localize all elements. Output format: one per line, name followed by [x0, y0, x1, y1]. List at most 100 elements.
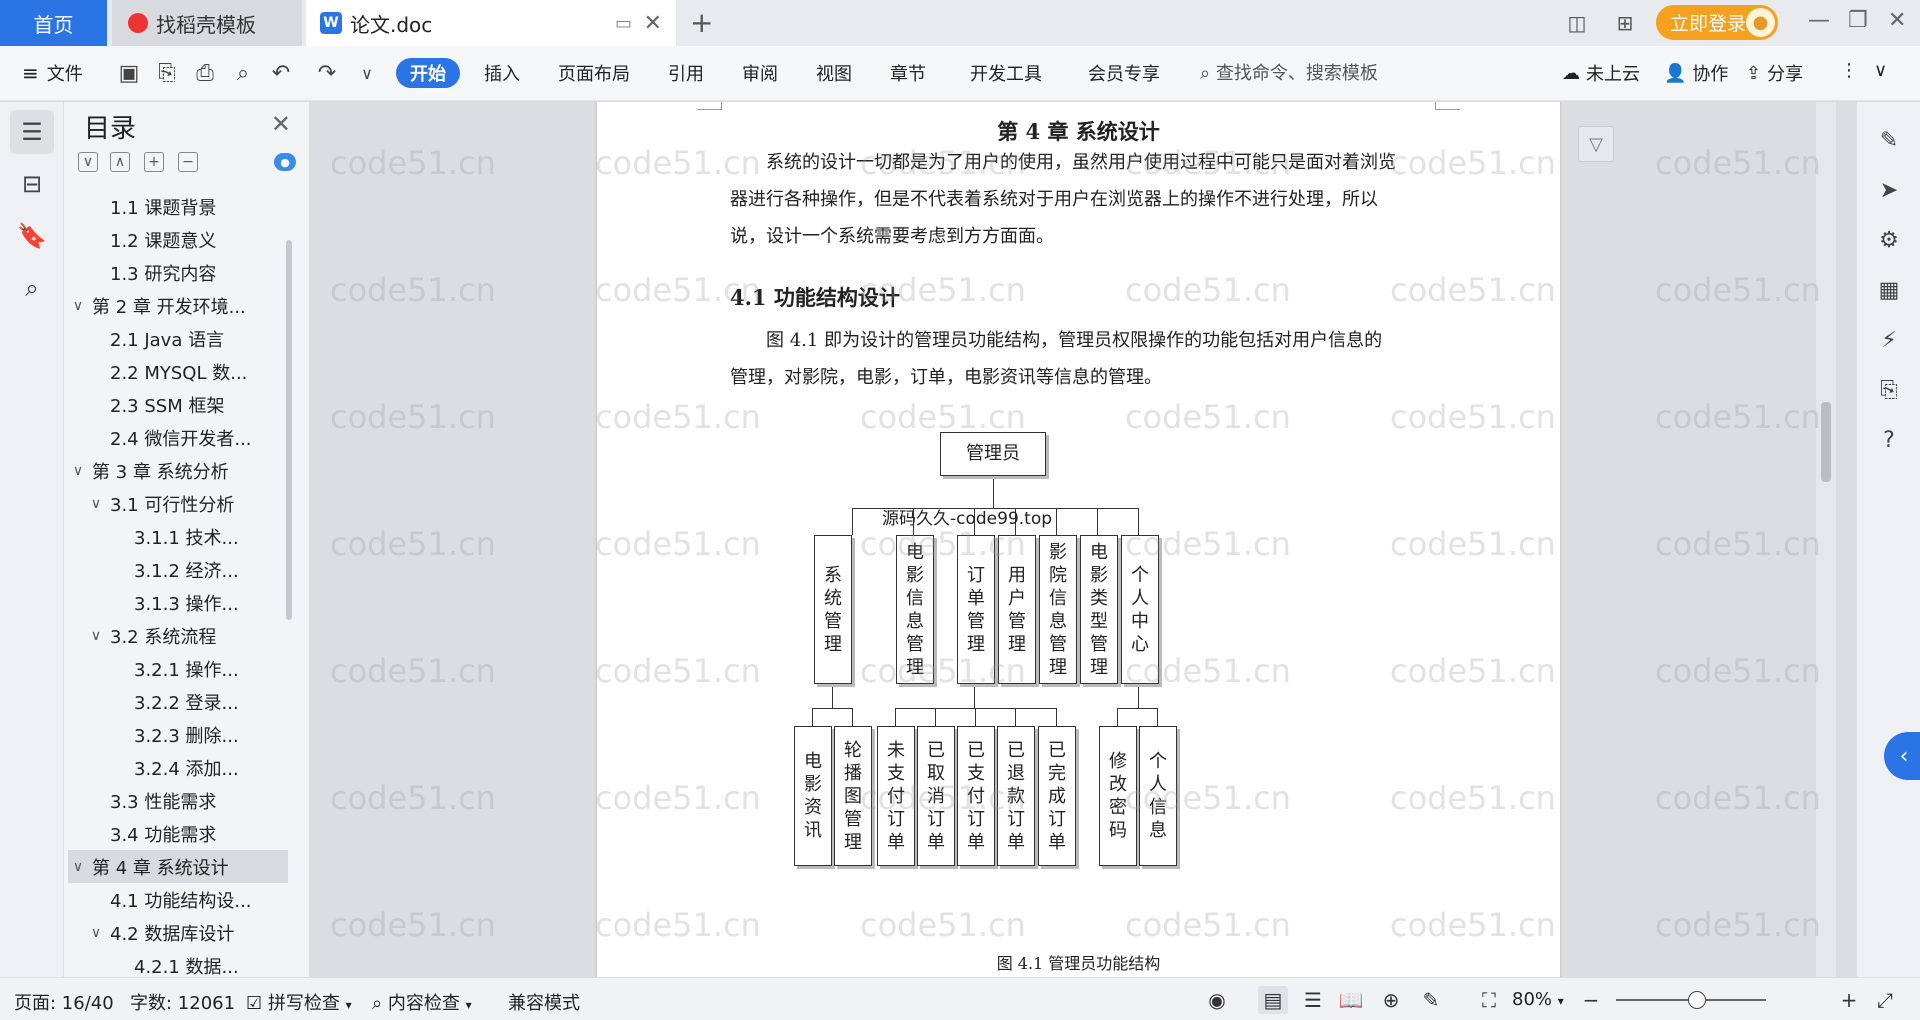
more-icon[interactable]: ⋮ — [1840, 60, 1858, 81]
add-heading-icon[interactable]: + — [144, 152, 164, 172]
page-count[interactable]: 页面: 16/40 — [14, 989, 114, 1015]
outline-view-icon[interactable]: ☰ — [1298, 986, 1328, 1014]
zoom-in-icon[interactable]: + — [1834, 986, 1864, 1014]
chevron-down-icon[interactable]: ∨ — [70, 298, 86, 314]
toc-item[interactable]: 1.3 研究内容 — [68, 256, 288, 289]
file-menu[interactable]: ≡ 文件 — [22, 60, 83, 86]
navigation-icon[interactable]: ⊟ — [10, 162, 54, 206]
toc-item[interactable]: 3.1.3 操作... — [68, 586, 288, 619]
chevron-down-icon[interactable]: ∨ — [70, 463, 86, 479]
toc-item[interactable]: 3.1.2 经济... — [68, 553, 288, 586]
chevron-down-icon[interactable]: ∨ — [88, 628, 104, 644]
close-toc-icon[interactable]: ✕ — [271, 110, 291, 138]
toc-item[interactable]: ∨ 3.2 系统流程 — [68, 619, 288, 652]
content-check-button[interactable]: ⌕ 内容检查 ▾ — [372, 989, 472, 1015]
spell-check-button[interactable]: ☑ 拼写检查 ▾ — [246, 989, 352, 1015]
scrollbar-thumb[interactable] — [1821, 402, 1831, 482]
word-count[interactable]: 字数: 12061 — [130, 989, 235, 1015]
toc-item[interactable]: 3.2.2 登录... — [68, 685, 288, 718]
zoom-slider-handle[interactable] — [1688, 991, 1706, 1009]
edit-pen-icon[interactable]: ✎ — [1871, 122, 1907, 158]
command-search[interactable]: ⌕ 查找命令、搜索模板 — [1200, 59, 1378, 85]
toc-item[interactable]: ∨ 第 2 章 开发环境... — [68, 289, 288, 322]
tab-developer-tools[interactable]: 开发工具 — [970, 60, 1042, 86]
tab-reference[interactable]: 引用 — [668, 60, 704, 86]
chevron-left-icon[interactable]: ‹ — [1884, 732, 1920, 780]
toc-item[interactable]: 3.2.1 操作... — [68, 652, 288, 685]
close-tab-icon[interactable]: ✕ — [644, 11, 662, 36]
find-icon[interactable]: ⌕ — [10, 266, 54, 310]
toc-item[interactable]: 2.2 MYSQL 数... — [68, 355, 288, 388]
expand-all-icon[interactable]: ∨ — [78, 152, 98, 172]
tab-member[interactable]: 会员专享 — [1088, 60, 1160, 86]
pen-mode-icon[interactable]: ✎ — [1416, 986, 1446, 1014]
tab-chapter[interactable]: 章节 — [890, 60, 926, 86]
tab-document[interactable]: W 论文.doc ▭ ✕ — [306, 0, 676, 46]
redo-icon[interactable]: ↷ — [312, 58, 342, 88]
reading-layout-icon[interactable]: ◫ — [1560, 8, 1594, 38]
remove-heading-icon[interactable]: − — [178, 152, 198, 172]
tab-review[interactable]: 审阅 — [742, 60, 778, 86]
toc-item[interactable]: 1.1 课题背景 — [68, 190, 288, 223]
chevron-down-icon[interactable]: ∨ — [88, 496, 104, 512]
login-button[interactable]: 立即登录 ● — [1656, 5, 1778, 40]
style-icon[interactable]: ▦ — [1871, 272, 1907, 308]
toc-item[interactable]: 2.3 SSM 框架 — [68, 388, 288, 421]
vertical-scrollbar[interactable] — [1816, 102, 1836, 977]
toc-panel-icon[interactable]: ☰ — [10, 110, 54, 154]
toc-item[interactable]: 1.2 课题意义 — [68, 223, 288, 256]
cloud-status-button[interactable]: ☁ 未上云 — [1562, 60, 1640, 86]
monitor-icon[interactable]: ▭ — [615, 13, 632, 34]
print-preview-icon[interactable]: ⌕ — [228, 58, 258, 88]
adjust-sliders-icon[interactable]: ⚙ — [1871, 222, 1907, 258]
select-pointer-icon[interactable]: ➤ — [1871, 172, 1907, 208]
toc-scrollbar[interactable] — [286, 240, 292, 620]
tab-insert[interactable]: 插入 — [484, 60, 520, 86]
comment-panel-icon[interactable]: ▽ — [1578, 126, 1614, 162]
help-icon[interactable]: ? — [1871, 422, 1907, 458]
new-tab-icon[interactable]: + — [690, 6, 713, 39]
fullscreen-icon[interactable]: ⤢ — [1870, 986, 1900, 1014]
fit-page-icon[interactable]: ⛶ — [1474, 986, 1504, 1014]
collapse-all-icon[interactable]: ∧ — [110, 152, 130, 172]
toc-item[interactable]: 2.1 Java 语言 — [68, 322, 288, 355]
tab-daoke-templates[interactable]: 找稻壳模板 — [112, 0, 302, 46]
toc-item[interactable]: 3.2.4 添加... — [68, 751, 288, 784]
apps-grid-icon[interactable]: ⊞ — [1608, 8, 1642, 38]
ai-assistant-icon[interactable]: ⚡ — [1871, 322, 1907, 358]
reading-view-icon[interactable]: 📖 — [1336, 986, 1366, 1014]
toc-item[interactable]: ∨ 4.2 数据库设计 — [68, 916, 288, 949]
toc-item[interactable]: 2.4 微信开发者... — [68, 421, 288, 454]
undo-icon[interactable]: ↶ — [266, 58, 296, 88]
chevron-down-icon[interactable]: ∨ — [88, 925, 104, 941]
translate-icon[interactable]: ⎘ — [1871, 372, 1907, 408]
quick-access-dropdown-icon[interactable]: ∨ — [352, 58, 382, 88]
tab-start[interactable]: 开始 — [396, 58, 460, 88]
toc-item[interactable]: 3.1.1 技术... — [68, 520, 288, 553]
toc-item[interactable]: ∨ 第 4 章 系统设计 — [68, 850, 288, 883]
page-view-icon[interactable]: ▤ — [1258, 986, 1288, 1014]
bookmark-icon[interactable]: 🔖 — [10, 214, 54, 258]
toc-item[interactable]: ∨ 第 3 章 系统分析 — [68, 454, 288, 487]
save-icon[interactable]: ▣ — [114, 58, 144, 88]
chevron-down-icon[interactable]: ∨ — [70, 859, 86, 875]
export-pdf-icon[interactable]: ⎘ — [152, 58, 182, 88]
tab-view[interactable]: 视图 — [816, 60, 852, 86]
tab-home[interactable]: 首页 — [0, 0, 107, 46]
toc-item[interactable]: 3.4 功能需求 — [68, 817, 288, 850]
close-window-icon[interactable]: ✕ — [1888, 8, 1906, 33]
ai-toc-icon[interactable]: ● — [274, 153, 296, 171]
toc-item[interactable]: 4.1 功能结构设... — [68, 883, 288, 916]
restore-icon[interactable]: ❐ — [1848, 8, 1868, 33]
toc-item[interactable]: 3.2.3 删除... — [68, 718, 288, 751]
collapse-ribbon-icon[interactable]: ∨ — [1874, 60, 1887, 81]
zoom-out-icon[interactable]: − — [1576, 986, 1606, 1014]
document-page[interactable]: 第 4 章 系统设计 系统的设计一切都是为了用户的使用，虽然用户使用过程中可能只… — [597, 102, 1560, 977]
toc-item[interactable]: 3.3 性能需求 — [68, 784, 288, 817]
print-icon[interactable]: ⎙ — [190, 58, 220, 88]
share-button[interactable]: ⇪ 分享 — [1746, 60, 1803, 86]
toc-item[interactable]: 4.2.1 数据... — [68, 949, 288, 978]
toc-item[interactable]: ∨ 3.1 可行性分析 — [68, 487, 288, 520]
zoom-level[interactable]: 80% ▾ — [1512, 989, 1564, 1010]
collaborate-button[interactable]: 👤 协作 — [1664, 60, 1728, 86]
